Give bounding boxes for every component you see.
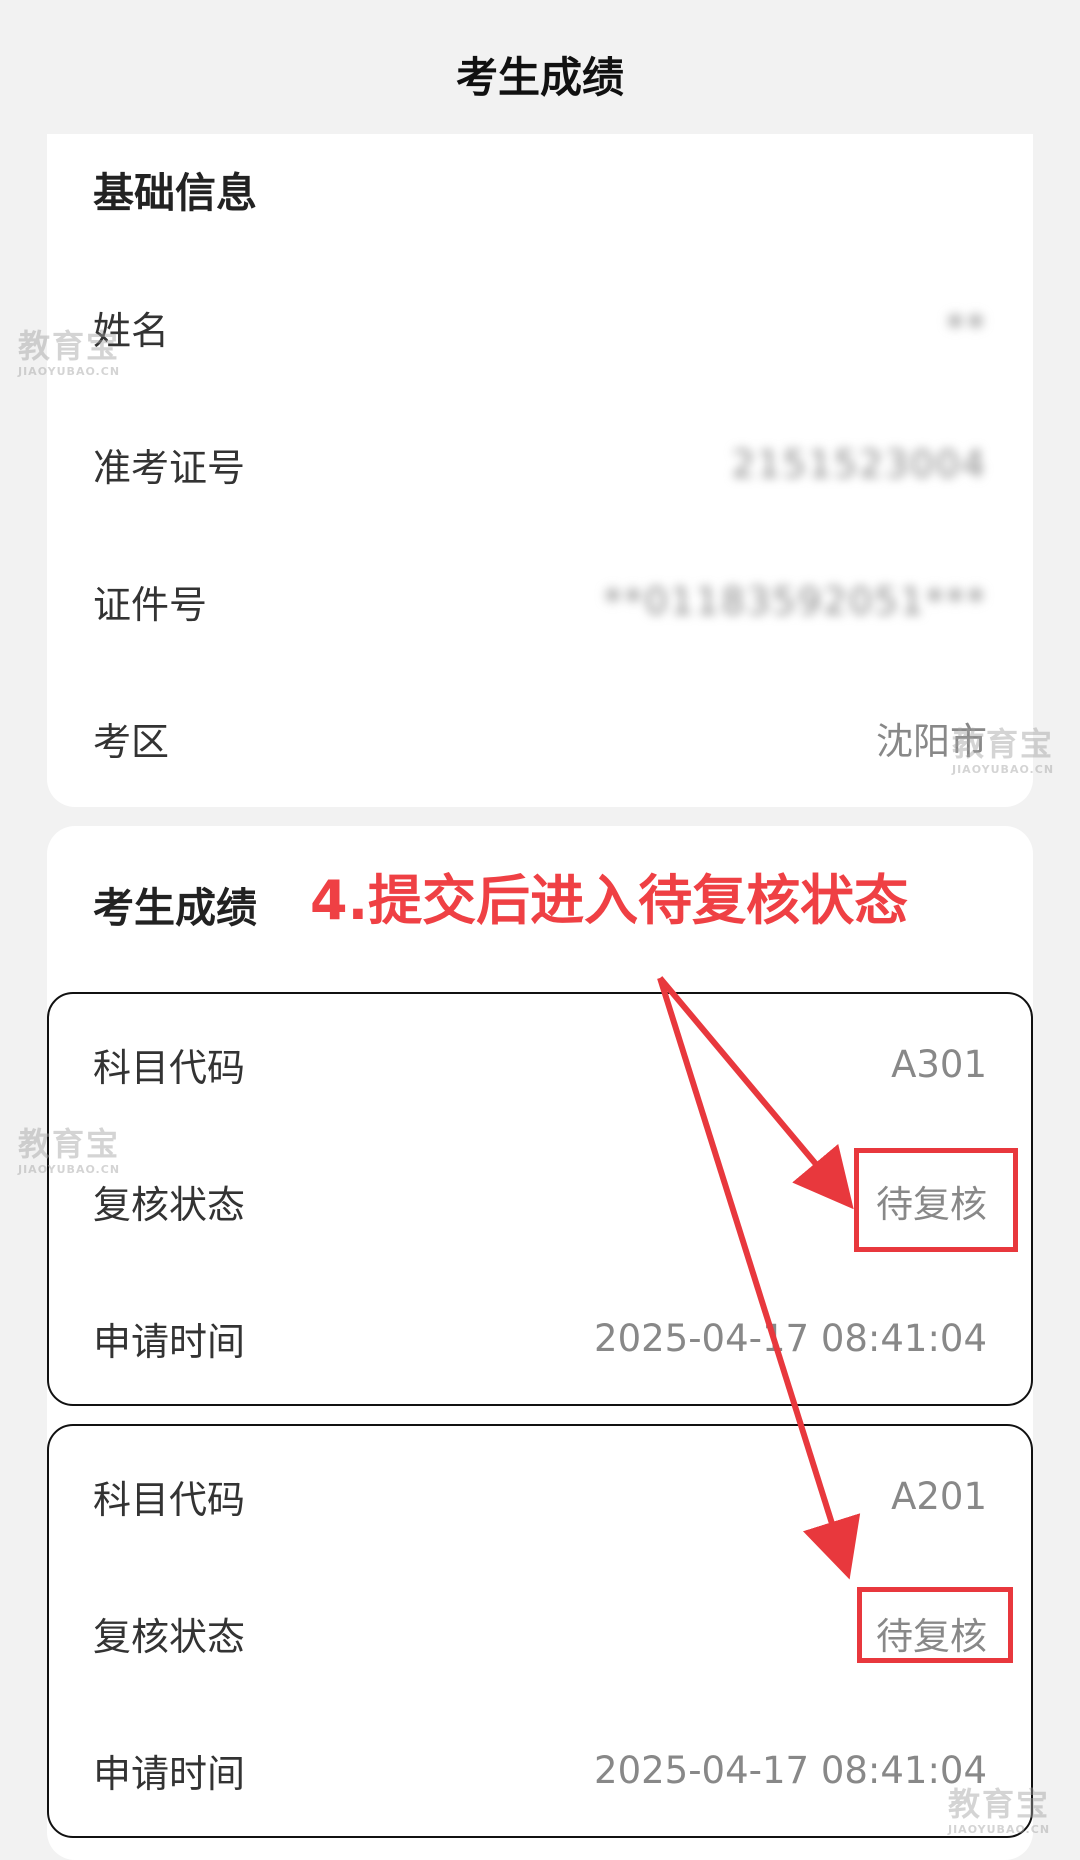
watermark-logo: 教育宝 JIAOYUBAO.CN [952,725,1055,776]
apply-time-value: 2025-04-17 08:41:04 [594,1316,987,1360]
watermark-logo: 教育宝 JIAOYUBAO.CN [948,1785,1051,1836]
exam-area-label: 考区 [93,719,170,764]
id-number-label: 证件号 [93,582,208,627]
apply-time-label: 申请时间 [93,1751,246,1796]
annotation-text: 4.提交后进入待复核状态 [310,869,909,932]
apply-time-label: 申请时间 [93,1319,246,1364]
admission-number-row: 准考证号 2151523004 [93,434,987,494]
name-row: 姓名 ** [93,297,987,357]
page-title: 考生成绩 [455,53,624,102]
subject-code-value: A201 [891,1474,987,1518]
id-number-value: **01183592051*** [603,579,987,623]
subject-code-label: 科目代码 [93,1477,246,1522]
id-number-row: 证件号 **01183592051*** [93,571,987,631]
subject-code-row: 科目代码 A301 [93,1034,987,1094]
exam-area-row: 考区 沈阳市 [93,708,987,768]
apply-time-row: 申请时间 2025-04-17 08:41:04 [93,1740,987,1800]
scores-title: 考生成绩 [93,884,257,932]
admission-number-label: 准考证号 [93,445,246,490]
subject-code-row: 科目代码 A201 [93,1466,987,1526]
highlight-box-1 [854,1148,1018,1252]
review-status-row: 复核状态 待复核 [93,1171,987,1231]
subject-code-value: A301 [891,1042,987,1086]
watermark-logo: 教育宝 JIAOYUBAO.CN [18,1125,121,1176]
apply-time-value: 2025-04-17 08:41:04 [594,1748,987,1792]
basic-info-title: 基础信息 [93,169,257,217]
admission-number-value: 2151523004 [731,442,987,486]
name-value: ** [946,305,987,349]
watermark-logo: 教育宝 JIAOYUBAO.CN [18,327,121,378]
scores-card: 考生成绩 科目代码 A301 复核状态 待复核 申请时间 2025-04-17 … [47,826,1033,1860]
review-status-label: 复核状态 [93,1614,246,1659]
basic-info-card: 基础信息 姓名 ** 准考证号 2151523004 证件号 **0118359… [47,134,1033,807]
review-status-label: 复核状态 [93,1182,246,1227]
highlight-box-2 [857,1587,1013,1663]
apply-time-row: 申请时间 2025-04-17 08:41:04 [93,1308,987,1368]
subject-code-label: 科目代码 [93,1045,246,1090]
review-status-row: 复核状态 待复核 [93,1603,987,1663]
